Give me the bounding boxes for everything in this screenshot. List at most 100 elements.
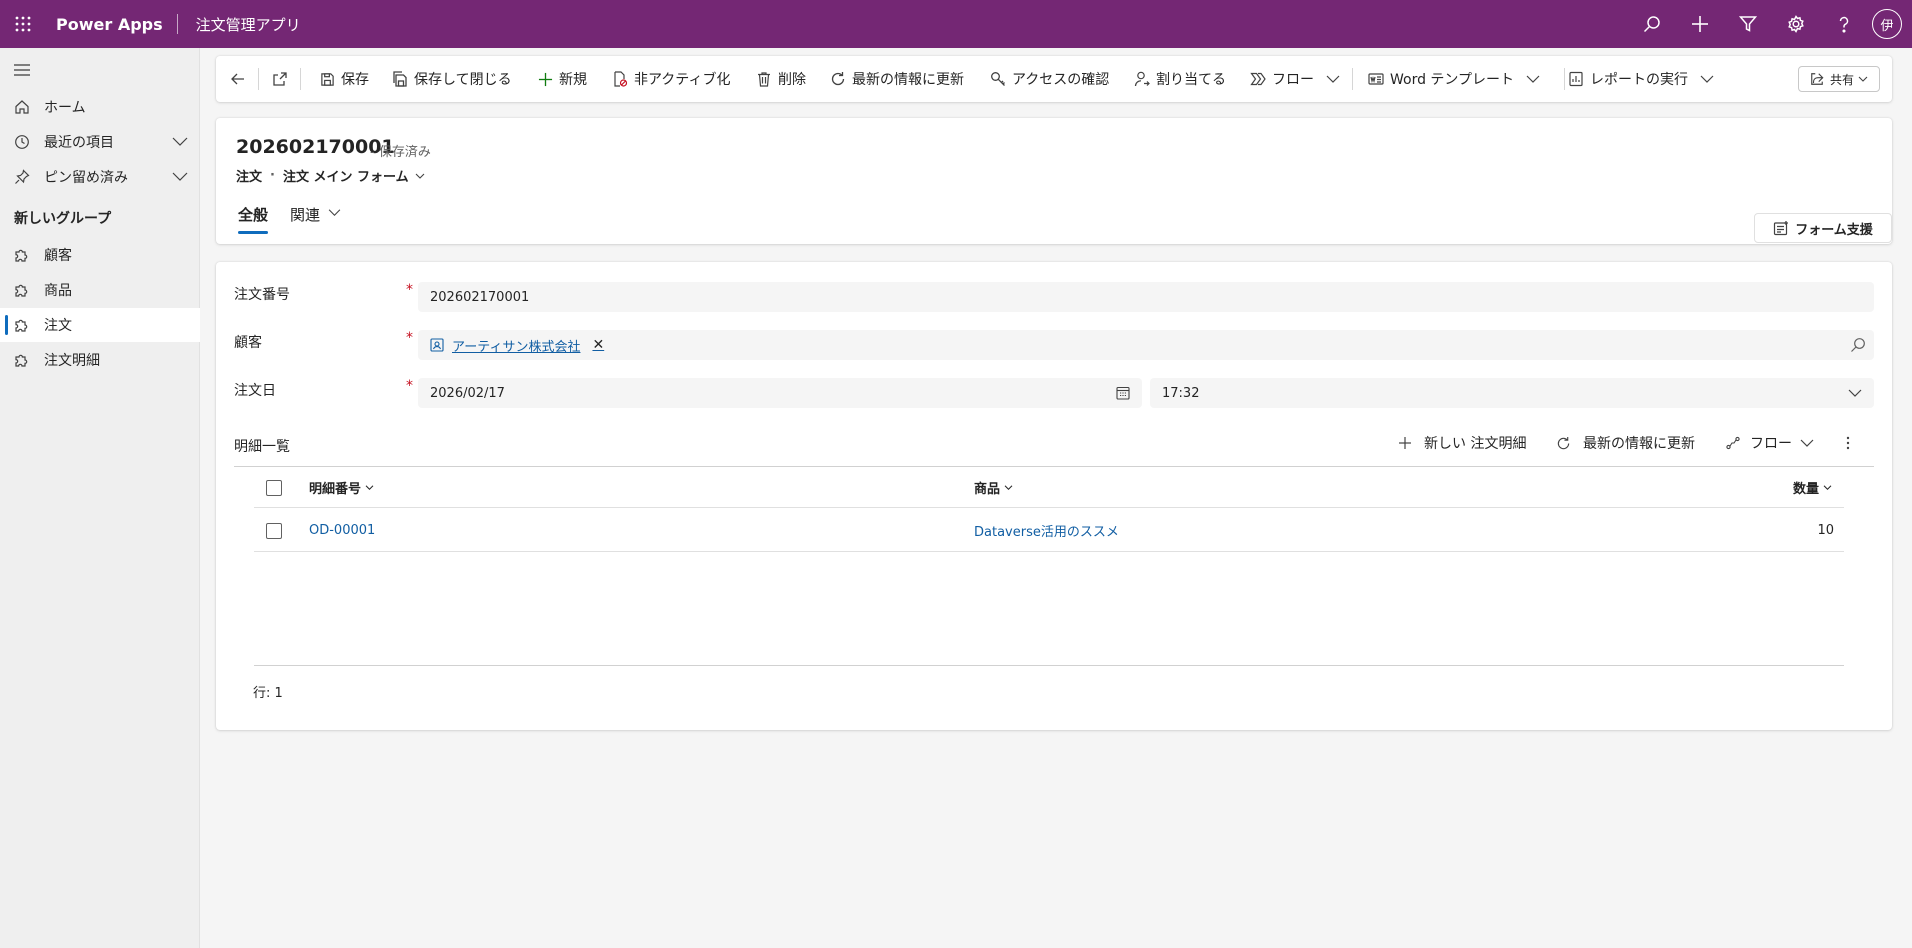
share-button[interactable]: 共有 <box>1798 66 1880 92</box>
deactivate-button[interactable]: 非アクティブ化 <box>612 56 730 102</box>
sidebar-item-product[interactable]: 商品 <box>0 273 200 307</box>
sidebar-item-label: 注文明細 <box>44 353 100 369</box>
record-status: - 保存済み <box>370 145 431 160</box>
customer-lookup-tag[interactable]: アーティサン株式会社 ✕ <box>430 336 604 355</box>
save-and-close-button[interactable]: 保存して閉じる <box>392 56 512 102</box>
top-bar: Power Apps 注文管理アプリ 伊 <box>0 0 1912 48</box>
more-options-icon[interactable] <box>1846 426 1850 460</box>
share-label: 共有 <box>1829 72 1854 87</box>
order-date-value: 2026/02/17 <box>430 385 505 401</box>
tab-general[interactable]: 全般 <box>238 204 269 234</box>
filter-icon[interactable] <box>1724 0 1772 48</box>
puzzle-icon <box>0 317 44 333</box>
save-label: 保存 <box>341 72 369 88</box>
assign-button[interactable]: 割り当てる <box>1134 56 1226 102</box>
sidebar-item-label: 注文 <box>44 318 72 334</box>
column-header-quantity[interactable]: 数量 <box>1793 468 1832 507</box>
select-all-checkbox[interactable] <box>266 468 282 507</box>
chevron-down-icon <box>1858 75 1868 83</box>
subgrid-flow-label: フロー <box>1750 436 1792 452</box>
search-icon[interactable] <box>1628 0 1676 48</box>
chevron-down-icon[interactable] <box>172 170 188 182</box>
form-name: 注文 メイン フォーム <box>282 170 409 185</box>
column-header-number[interactable]: 明細番号 <box>309 468 374 507</box>
run-report-button[interactable]: レポートの実行 <box>1568 56 1714 102</box>
assign-person-icon <box>1134 71 1150 87</box>
sidebar-item-order-detail[interactable]: 注文明細 <box>0 343 200 377</box>
product-link[interactable]: Dataverse活用のススメ <box>974 510 1119 551</box>
sidebar-item-customer[interactable]: 顧客 <box>0 238 200 272</box>
account-icon <box>430 338 444 352</box>
share-icon <box>1810 72 1824 86</box>
subgrid-title: 明細一覧 <box>234 439 290 455</box>
form-assist-button[interactable]: フォーム支援 <box>1754 213 1892 243</box>
run-report-label: レポートの実行 <box>1590 72 1688 88</box>
chevron-down-icon <box>1848 388 1862 398</box>
customer-lookup-field[interactable]: アーティサン株式会社 ✕ <box>418 330 1874 360</box>
sidebar-item-order[interactable]: 注文 <box>0 308 200 342</box>
save-and-close-icon <box>392 71 408 87</box>
word-template-button[interactable]: Word テンプレート <box>1368 56 1540 102</box>
column-header-label: 明細番号 <box>309 482 362 497</box>
deactivate-icon <box>612 71 628 87</box>
delete-label: 削除 <box>778 72 806 88</box>
hamburger-icon[interactable] <box>12 60 32 80</box>
row-checkbox[interactable] <box>266 510 282 551</box>
add-icon[interactable] <box>1676 0 1724 48</box>
puzzle-icon <box>0 247 44 263</box>
app-title[interactable]: 注文管理アプリ <box>178 14 301 35</box>
subgrid-flow-button[interactable]: フロー <box>1726 426 1814 460</box>
order-time-value: 17:32 <box>1162 385 1200 401</box>
save-button[interactable]: 保存 <box>320 56 369 102</box>
back-button[interactable] <box>230 56 246 102</box>
order-date-field[interactable]: 2026/02/17 <box>418 378 1142 408</box>
help-icon[interactable] <box>1820 0 1868 48</box>
command-separator <box>1564 68 1565 90</box>
order-time-field[interactable]: 17:32 <box>1150 378 1874 408</box>
waffle-icon[interactable] <box>0 0 46 48</box>
flow-icon <box>1726 436 1740 450</box>
subgrid-refresh-button[interactable]: 最新の情報に更新 <box>1556 426 1695 460</box>
order-number-label: 注文番号 <box>234 287 290 303</box>
check-access-button[interactable]: アクセスの確認 <box>990 56 1109 102</box>
chevron-down-icon <box>1526 74 1540 84</box>
grid-header-row: 明細番号 商品 数量 <box>254 468 1844 508</box>
sidebar-item-home[interactable]: ホーム <box>0 90 200 124</box>
refresh-button[interactable]: 最新の情報に更新 <box>830 56 964 102</box>
chevron-down-icon[interactable] <box>172 135 188 147</box>
sidebar-item-recent[interactable]: 最近の項目 <box>0 125 200 159</box>
delete-button[interactable]: 削除 <box>756 56 806 102</box>
command-bar: 保存 保存して閉じる 新規 非アクティブ化 削除 最新の情報に更新 アクセスの確… <box>216 56 1892 102</box>
subgrid-refresh-label: 最新の情報に更新 <box>1583 436 1695 452</box>
command-separator <box>258 68 259 90</box>
search-icon[interactable] <box>1850 337 1866 353</box>
open-new-window-button[interactable] <box>272 56 288 102</box>
sidebar-item-pinned[interactable]: ピン留め済み <box>0 160 200 194</box>
new-order-detail-button[interactable]: 新しい 注文明細 <box>1398 426 1526 460</box>
trash-icon <box>756 71 772 87</box>
column-header-product[interactable]: 商品 <box>974 468 1013 507</box>
grid-divider <box>234 466 1874 467</box>
form-selector[interactable]: 注文 · 注文 メイン フォーム <box>236 166 425 185</box>
flow-button[interactable]: フロー <box>1250 56 1340 102</box>
order-detail-number-link[interactable]: OD-00001 <box>309 510 375 551</box>
avatar[interactable]: 伊 <box>1872 9 1902 39</box>
puzzle-icon <box>0 352 44 368</box>
order-number-field[interactable]: 202602170001 <box>418 282 1874 312</box>
sidebar: ホーム 最近の項目 ピン留め済み 新しいグループ 顧客 商品 注文 注文明細 <box>0 48 200 948</box>
new-button[interactable]: 新規 <box>538 56 587 102</box>
tab-label: 関連 <box>290 206 321 224</box>
tab-related[interactable]: 関連 <box>290 204 341 234</box>
dot-separator: · <box>270 168 275 183</box>
calendar-icon[interactable] <box>1116 386 1130 400</box>
remove-icon[interactable]: ✕ <box>592 337 604 353</box>
report-icon <box>1568 71 1584 87</box>
brand-name[interactable]: Power Apps <box>46 15 177 34</box>
new-label: 新規 <box>559 72 587 88</box>
required-mark: * <box>406 378 413 394</box>
settings-icon[interactable] <box>1772 0 1820 48</box>
table-row[interactable]: OD-00001 Dataverse活用のススメ 10 <box>254 510 1844 552</box>
pin-icon <box>0 169 44 185</box>
sidebar-item-label: ピン留め済み <box>44 170 128 186</box>
open-new-window-icon <box>272 71 288 87</box>
